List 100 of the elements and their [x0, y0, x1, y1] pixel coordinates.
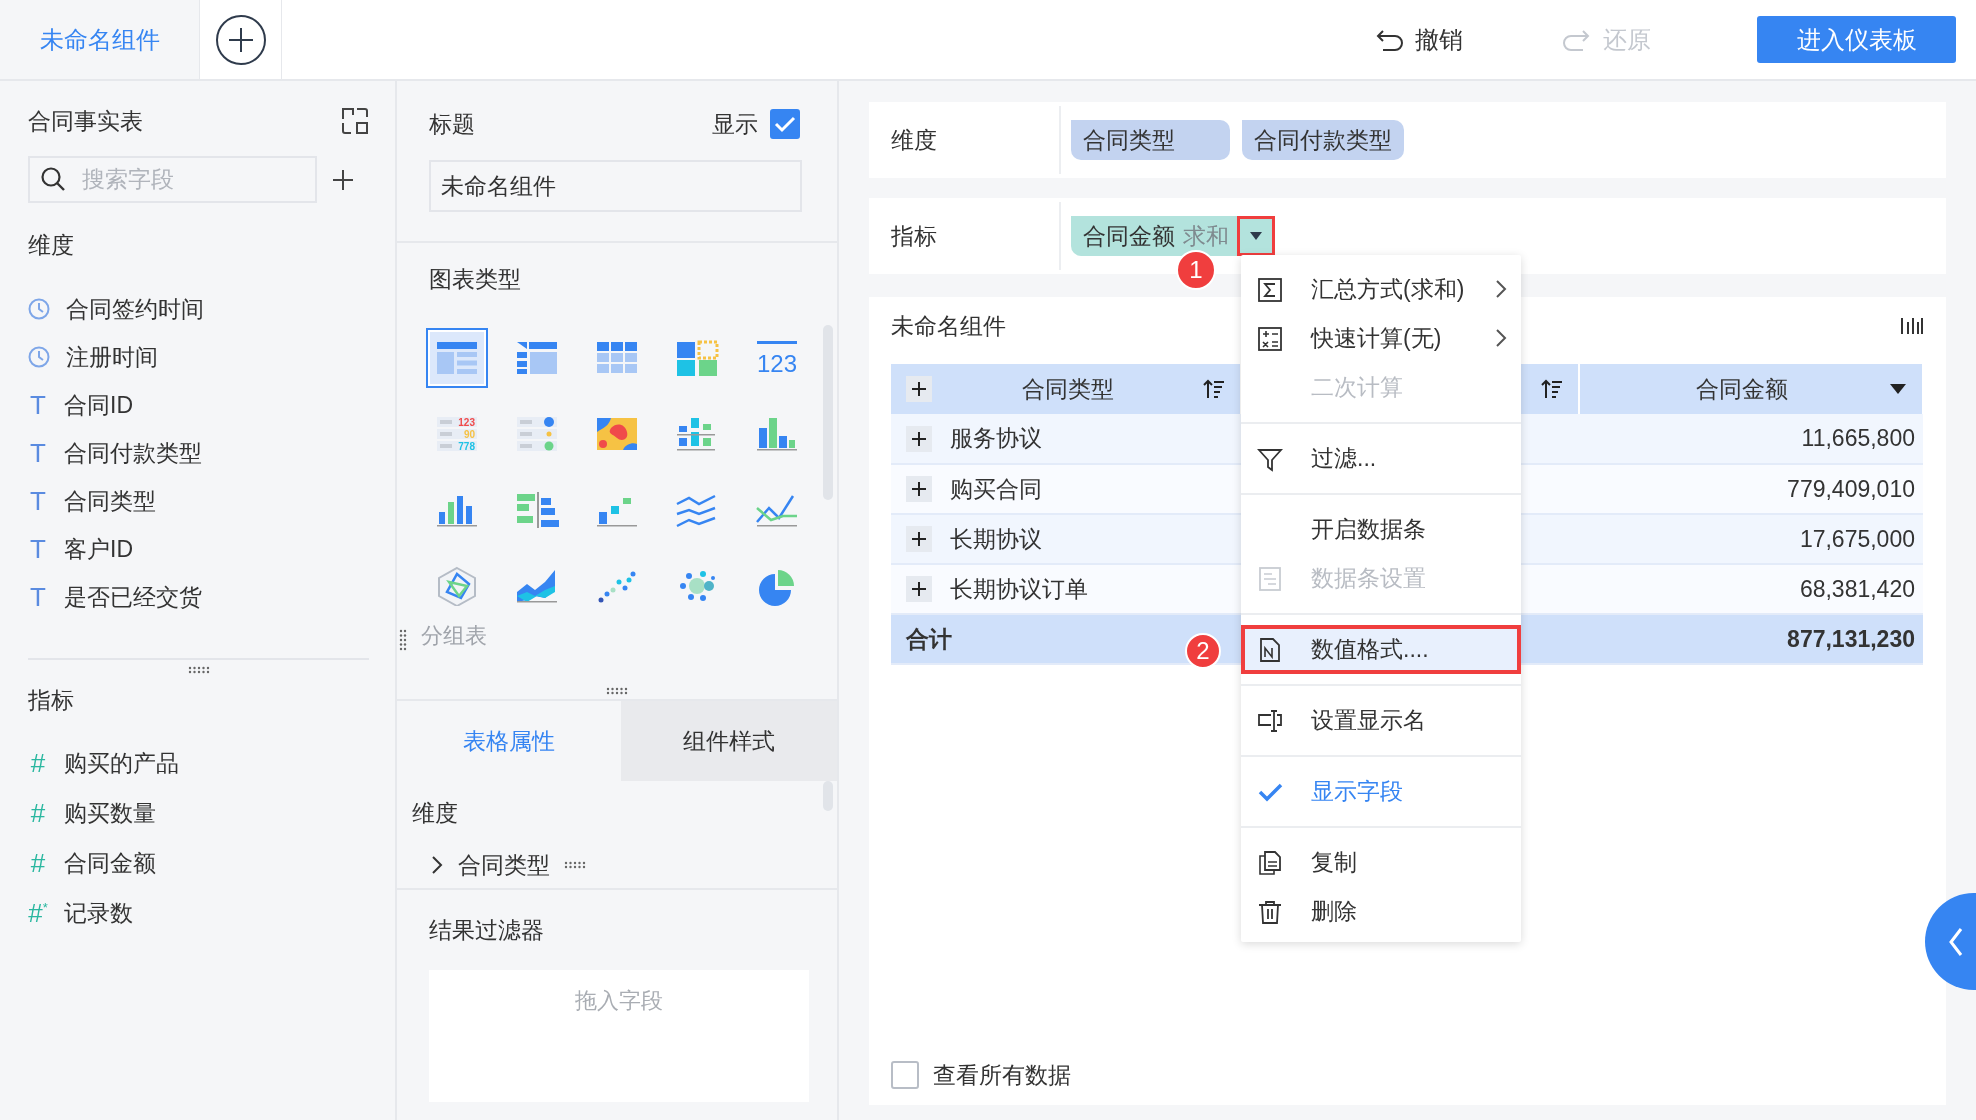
drag-handle-icon[interactable]	[187, 666, 210, 674]
search-field[interactable]: 搜索字段	[28, 156, 317, 203]
chart-type-name: 分组表	[420, 624, 488, 648]
redo-label: 还原	[1603, 24, 1651, 55]
number-type-icon: #	[28, 797, 48, 829]
dimension-chip[interactable]: 合同付款类型	[1242, 120, 1404, 160]
row-name[interactable]: 服务协议	[950, 423, 1042, 454]
panel-tab[interactable]: 组件样式	[621, 701, 837, 781]
show-label: 显示	[712, 109, 758, 139]
sort-icon[interactable]	[1203, 378, 1225, 400]
row-name[interactable]: 长期协议	[950, 523, 1042, 555]
field-name[interactable]: 客户ID	[64, 533, 133, 565]
calc-icon	[1257, 325, 1283, 352]
dimension-field[interactable]: 合同类型	[458, 849, 550, 881]
view-all-checkbox[interactable]	[891, 1061, 919, 1089]
caret-icon	[1249, 231, 1263, 241]
dropdown-icon[interactable]	[1889, 383, 1907, 395]
number-type-icon: #	[28, 747, 48, 779]
clock-icon	[28, 298, 50, 320]
plus-icon	[214, 13, 267, 66]
chart-type-option[interactable]	[426, 328, 488, 388]
expand-icon[interactable]	[906, 376, 932, 402]
field-name[interactable]: 记录数	[64, 897, 133, 929]
sort-icon[interactable]	[1541, 378, 1563, 400]
undo-button[interactable]: 撤销	[1375, 0, 1463, 79]
field-name[interactable]: 注册时间	[66, 341, 158, 373]
table-cell: 779,409,010	[1579, 464, 1923, 514]
number-text: 123	[458, 417, 475, 428]
number-type-icon: #	[28, 847, 48, 879]
aggregation-label: 求和	[1183, 221, 1229, 251]
number-type-icon: #$^{*}$	[28, 897, 48, 929]
dashboard-button[interactable]: 进入仪表板	[1757, 16, 1956, 63]
switch-table-icon[interactable]	[341, 107, 369, 135]
bar-lines-icon[interactable]	[1900, 316, 1924, 336]
resize-handle-icon[interactable]	[399, 629, 407, 651]
section-heading: 维度	[28, 230, 75, 260]
drag-handle-icon[interactable]	[606, 687, 628, 695]
chevron-right-icon	[1495, 279, 1507, 299]
menu-item[interactable]: 汇总方式(求和)	[1241, 265, 1521, 314]
clock-icon	[28, 346, 50, 368]
row-name[interactable]: 购买合同	[950, 473, 1042, 505]
table-cell: 68,381,420	[1579, 564, 1923, 614]
show-checkbox[interactable]	[770, 109, 800, 139]
widget-title: 未命名组件	[891, 311, 1006, 341]
column-header[interactable]: 合同类型	[891, 364, 1241, 414]
field-name[interactable]: 合同ID	[64, 389, 133, 421]
number-text: 778	[458, 441, 475, 452]
databar-icon	[1257, 565, 1283, 592]
field-name[interactable]: 合同金额	[64, 847, 156, 879]
menu-item[interactable]: 过滤...	[1241, 434, 1521, 483]
text-type-icon: T	[28, 533, 48, 565]
measure-chip[interactable]: 合同金额 求和	[1071, 216, 1275, 256]
text-type-icon: T	[28, 581, 48, 613]
redo-icon	[1563, 27, 1591, 52]
step-badge: 1	[1176, 250, 1216, 290]
format-icon	[1257, 636, 1283, 663]
expand-icon[interactable]	[906, 576, 932, 602]
menu-item[interactable]: 显示字段	[1241, 767, 1521, 816]
dimension-chip[interactable]: 合同类型	[1071, 120, 1230, 160]
section-heading: 维度	[412, 798, 459, 828]
menu-item[interactable]: 快速计算(无)	[1241, 314, 1521, 363]
field-name[interactable]: 合同类型	[64, 485, 156, 517]
chevron-icon[interactable]	[430, 855, 444, 875]
expand-icon[interactable]	[906, 476, 932, 502]
number-text: 90	[463, 429, 475, 440]
menu-item[interactable]: 数值格式....	[1241, 625, 1521, 674]
dropdown-button[interactable]	[1237, 216, 1275, 256]
undo-label: 撤销	[1415, 24, 1463, 55]
search-icon	[40, 166, 66, 192]
measure-name: 合同金额	[1083, 221, 1175, 251]
expand-icon[interactable]	[906, 425, 932, 452]
field-name[interactable]: 购买数量	[64, 797, 156, 829]
delete-icon	[1257, 898, 1283, 925]
menu-item[interactable]: 复制	[1241, 838, 1521, 887]
table-cell: 11,665,800	[1579, 414, 1923, 464]
table-cell: 877,131,230	[1579, 614, 1923, 664]
field-name[interactable]: 是否已经交货	[64, 581, 202, 613]
menu-item[interactable]: 设置显示名	[1241, 696, 1521, 745]
row-name[interactable]: 长期协议订单	[950, 573, 1088, 605]
text-type-icon: T	[28, 389, 48, 421]
copy-icon	[1257, 849, 1283, 876]
menu-item[interactable]: 删除	[1241, 887, 1521, 936]
check-icon	[774, 115, 796, 133]
chevron-right-icon	[1495, 328, 1507, 348]
checkbox-label: 查看所有数据	[933, 1060, 1071, 1090]
field-name[interactable]: 合同付款类型	[64, 437, 202, 469]
text-type-icon: T	[28, 485, 48, 517]
expand-icon[interactable]	[906, 526, 932, 552]
menu-item[interactable]: 开启数据条	[1241, 505, 1521, 554]
rename-icon	[1257, 707, 1283, 734]
sum-icon	[1257, 276, 1283, 303]
field-name[interactable]: 合同签约时间	[66, 293, 204, 325]
table-name: 合同事实表	[28, 106, 143, 136]
add-icon[interactable]	[331, 167, 355, 192]
title-input[interactable]: 未命名组件	[429, 160, 802, 212]
chevron-left-icon	[1947, 926, 1964, 957]
drag-handle-icon[interactable]	[564, 861, 586, 869]
undo-icon	[1375, 27, 1403, 52]
field-name[interactable]: 购买的产品	[64, 747, 179, 779]
column-header[interactable]: 合同金额	[1579, 364, 1923, 414]
